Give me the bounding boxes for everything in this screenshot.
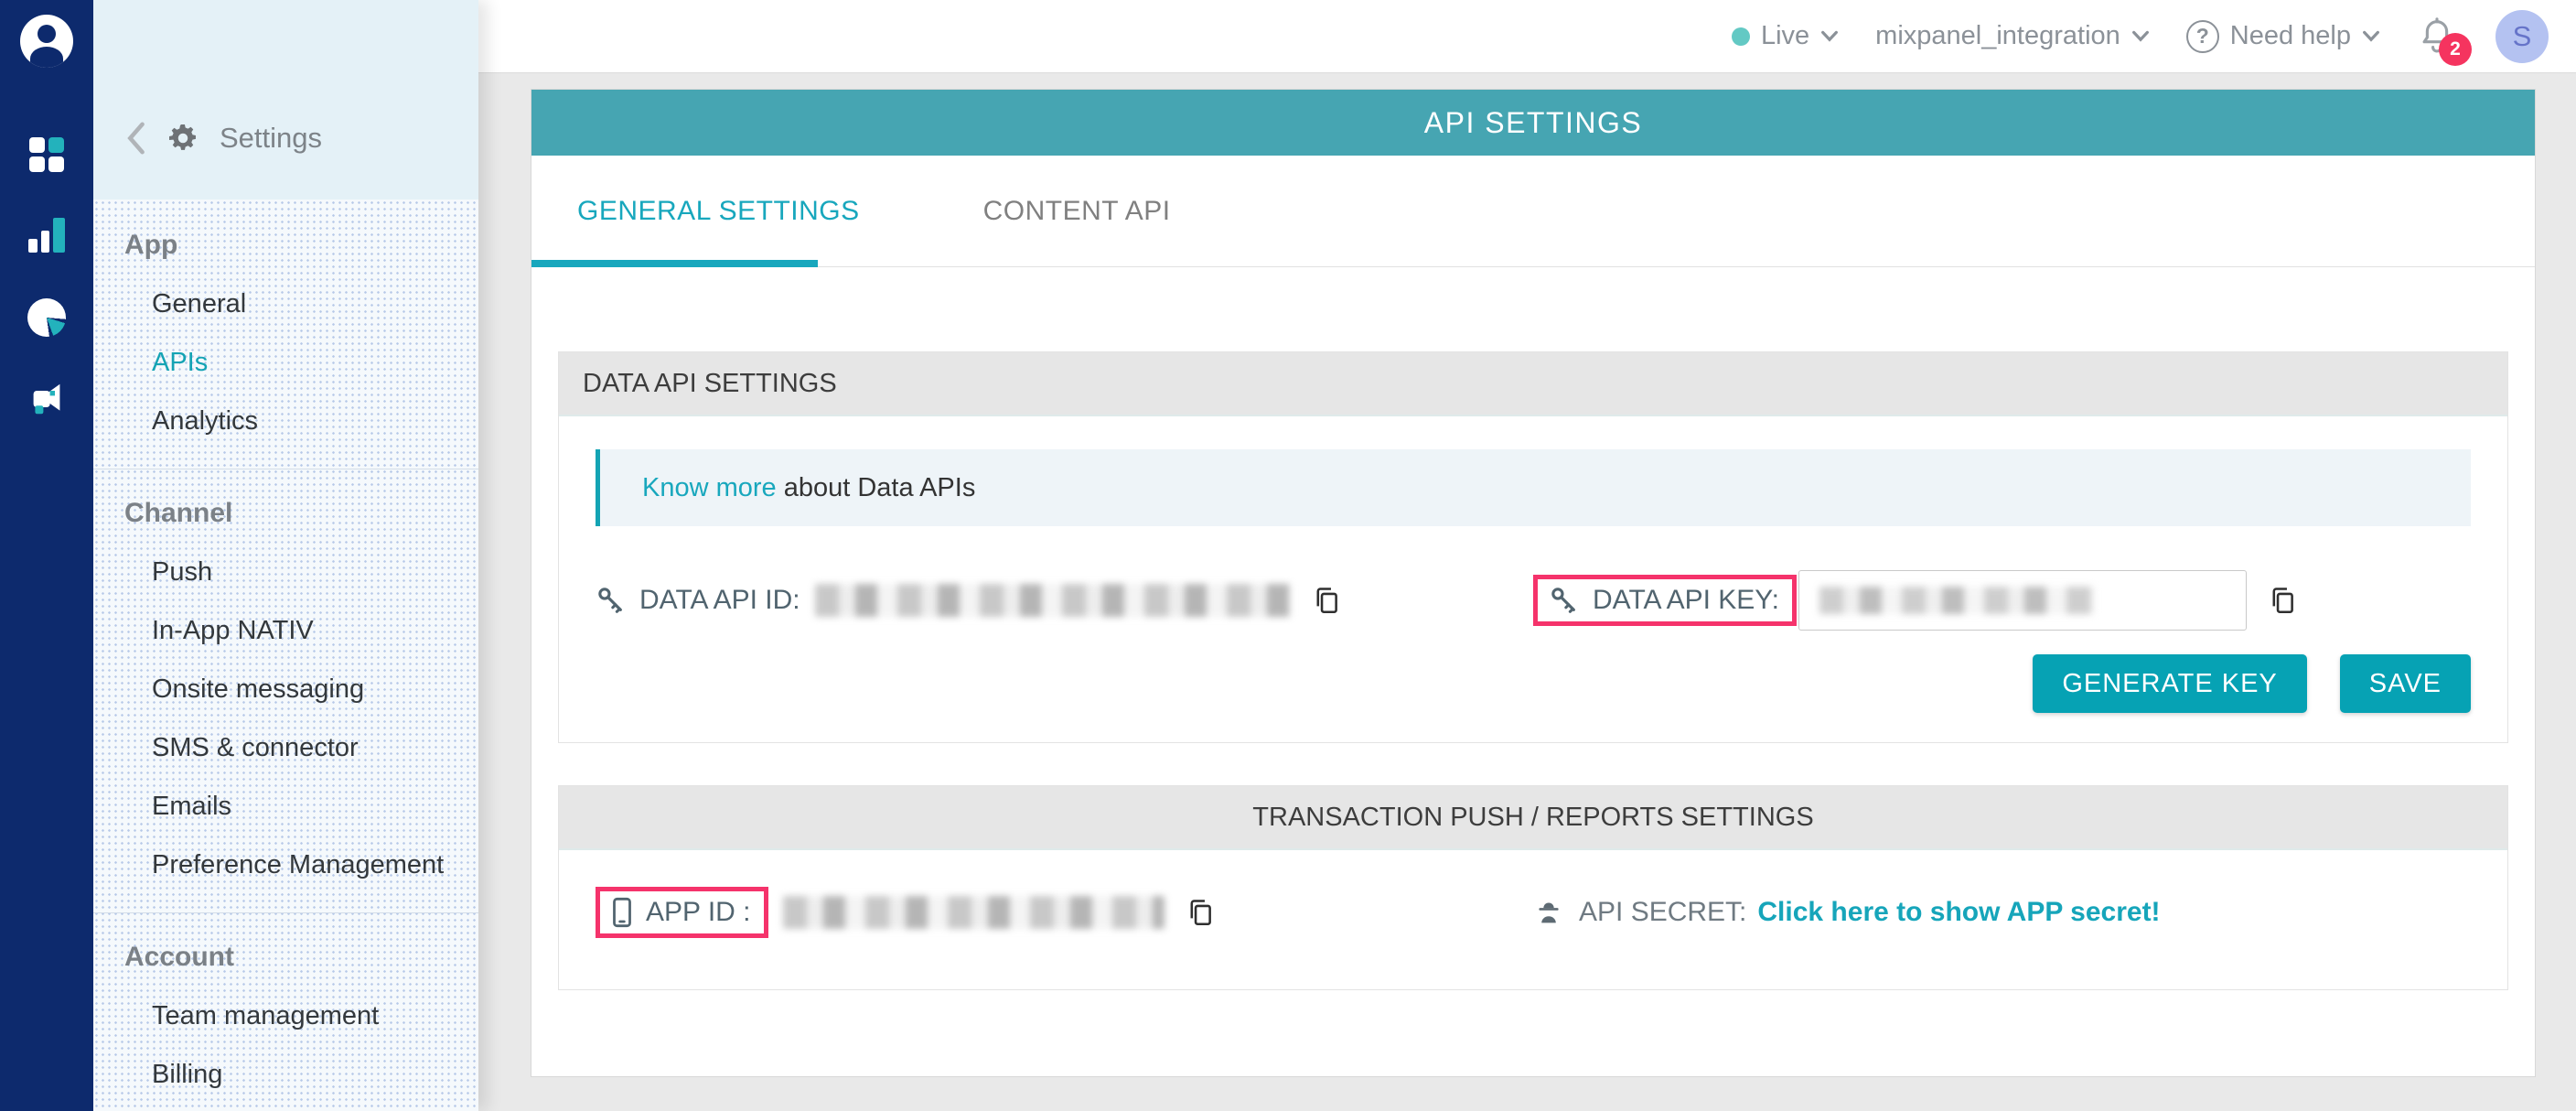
app-id-field: APP ID : [596, 887, 1533, 938]
top-bar: Live mixpanel_integration ? Need help 2 … [478, 0, 2576, 73]
generate-key-button[interactable]: GENERATE KEY [2033, 654, 2306, 713]
tab-general-settings[interactable]: GENERAL SETTINGS [577, 196, 860, 227]
dashboard-grid-icon[interactable] [29, 137, 64, 172]
tab-bar: GENERAL SETTINGS CONTENT API [531, 156, 2535, 267]
need-help-dropdown[interactable]: ? Need help [2186, 20, 2380, 53]
sidebar-section-account: Account [93, 928, 478, 987]
app-id-masked-value [783, 896, 1165, 929]
active-tab-underline [531, 260, 818, 267]
data-api-id-masked-value [815, 584, 1291, 617]
mobile-phone-icon [611, 897, 633, 928]
sidebar-item-apis[interactable]: APIs [93, 333, 478, 392]
brand-logo[interactable] [20, 15, 73, 68]
data-api-settings-section: DATA API SETTINGS Know more about Data A… [558, 351, 2508, 743]
api-secret-field: API SECRET: Click here to show APP secre… [1533, 897, 2471, 928]
save-button[interactable]: SAVE [2340, 654, 2471, 713]
copy-icon[interactable] [2267, 585, 2298, 616]
sidebar-title: Settings [220, 122, 322, 155]
left-rail [0, 0, 93, 1111]
data-api-id-label: DATA API ID: [639, 585, 800, 616]
data-api-key-highlight-box: DATA API KEY: [1533, 575, 1797, 626]
page-title: API SETTINGS [531, 90, 2535, 156]
data-api-key-input[interactable] [1798, 570, 2247, 631]
sidebar-item-sms-connector[interactable]: SMS & connector [93, 718, 478, 777]
help-question-icon: ? [2186, 20, 2219, 53]
key-icon [596, 585, 627, 616]
api-settings-card: API SETTINGS GENERAL SETTINGS CONTENT AP… [531, 89, 2536, 1077]
spy-incognito-icon [1533, 897, 1564, 928]
pie-chart-icon[interactable] [27, 298, 66, 337]
grid-square [29, 137, 45, 153]
bar-chart-icon[interactable] [28, 218, 65, 253]
sidebar-item-team-management[interactable]: Team management [93, 987, 478, 1045]
notifications-bell[interactable]: 2 [2417, 13, 2459, 60]
data-api-key-field: DATA API KEY: [1533, 570, 2471, 631]
live-label: Live [1761, 21, 1809, 51]
user-avatar[interactable]: S [2496, 10, 2549, 63]
data-api-key-label: DATA API KEY: [1593, 585, 1779, 616]
know-more-link[interactable]: Know more [642, 473, 777, 503]
data-api-id-field: DATA API ID: [596, 584, 1533, 617]
gear-icon [166, 122, 199, 155]
back-chevron-icon[interactable] [124, 121, 146, 156]
sidebar-item-analytics[interactable]: Analytics [93, 392, 478, 450]
sidebar-item-billing[interactable]: Billing [93, 1045, 478, 1104]
know-more-text: about Data APIs [777, 473, 976, 503]
chevron-down-icon [2131, 30, 2150, 42]
chevron-down-icon [1820, 30, 1839, 42]
key-icon [1549, 585, 1580, 616]
data-api-section-title: DATA API SETTINGS [559, 352, 2507, 416]
know-more-banner: Know more about Data APIs [596, 449, 2471, 526]
sidebar-item-push[interactable]: Push [93, 543, 478, 601]
sidebar-item-inapp-nativ[interactable]: In-App NATIV [93, 601, 478, 660]
sidebar-item-emails[interactable]: Emails [93, 777, 478, 836]
environment-dropdown[interactable]: Live [1732, 21, 1839, 51]
tab-content-api[interactable]: CONTENT API [983, 196, 1171, 227]
sidebar-header: Settings [93, 0, 478, 200]
grid-square [48, 156, 64, 172]
logo-shoulders-shape [30, 47, 63, 68]
app-id-highlight-box: APP ID : [596, 887, 768, 938]
transaction-section-title: TRANSACTION PUSH / REPORTS SETTINGS [559, 786, 2507, 850]
api-secret-label: API SECRET: [1579, 897, 1746, 928]
transaction-settings-section: TRANSACTION PUSH / REPORTS SETTINGS APP … [558, 785, 2508, 990]
notification-count-badge: 2 [2439, 33, 2472, 66]
copy-icon[interactable] [1185, 897, 1216, 928]
sidebar-menu: App General APIs Analytics Channel Push … [93, 200, 478, 1111]
logo-head-shape [38, 25, 56, 43]
live-status-dot [1732, 27, 1750, 46]
sidebar-divider [93, 912, 478, 913]
sidebar-item-preference-management[interactable]: Preference Management [93, 836, 478, 894]
project-dropdown[interactable]: mixpanel_integration [1875, 21, 2150, 51]
show-app-secret-link[interactable]: Click here to show APP secret! [1757, 897, 2160, 928]
app-id-label: APP ID : [646, 897, 751, 928]
data-api-key-masked-value [1819, 587, 2094, 614]
project-name: mixpanel_integration [1875, 21, 2120, 51]
grid-square-teal [48, 137, 64, 153]
sidebar-section-app: App [93, 216, 478, 275]
megaphone-icon[interactable] [28, 383, 65, 415]
grid-square [29, 156, 45, 172]
sidebar-section-channel: Channel [93, 484, 478, 543]
copy-icon[interactable] [1311, 585, 1342, 616]
sidebar-item-general[interactable]: General [93, 275, 478, 333]
need-help-label: Need help [2230, 21, 2351, 51]
chevron-down-icon [2362, 30, 2380, 42]
settings-sidebar: Settings App General APIs Analytics Chan… [93, 0, 478, 1111]
sidebar-item-onsite-messaging[interactable]: Onsite messaging [93, 660, 478, 718]
